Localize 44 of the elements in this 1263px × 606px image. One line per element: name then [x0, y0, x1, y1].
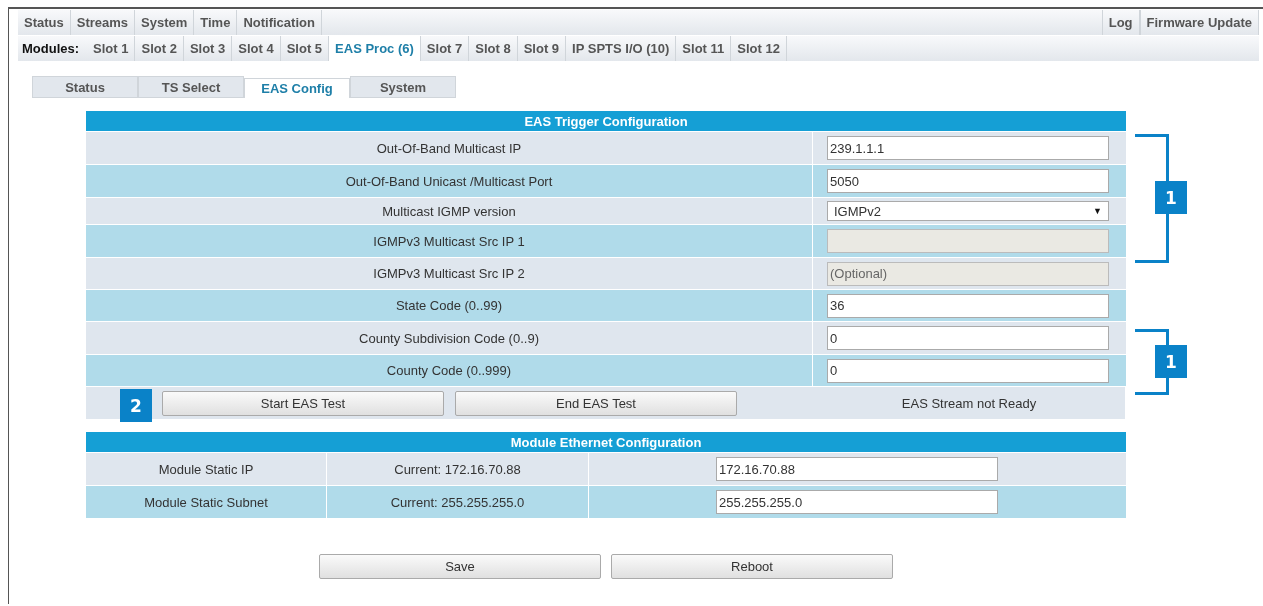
- sub-tab[interactable]: EAS Config: [244, 78, 350, 98]
- stream-status: EAS Stream not Ready: [901, 395, 1037, 411]
- version-dropdown[interactable]: IGMPv2 ▼: [827, 201, 1109, 221]
- nav-tab[interactable]: System: [135, 10, 195, 35]
- field-label: Module Static Subnet: [86, 486, 327, 518]
- current-value: Current: 255.255.255.0: [327, 486, 589, 518]
- caret-icon: ▼: [1093, 206, 1102, 216]
- module-tab[interactable]: Slot 11: [676, 36, 732, 61]
- input-field[interactable]: 255.255.255.0: [716, 490, 998, 514]
- callout-badge: 1: [1155, 181, 1187, 214]
- section-header: Module Ethernet Configuration: [86, 432, 1126, 452]
- module-tab[interactable]: Slot 12: [731, 36, 787, 61]
- action-button[interactable]: Reboot: [611, 554, 893, 579]
- nav-tab[interactable]: Log: [1101, 10, 1140, 35]
- input-field[interactable]: 0: [827, 326, 1109, 350]
- sub-tab[interactable]: TS Select: [138, 76, 244, 98]
- input-field[interactable]: 5050: [827, 169, 1109, 193]
- module-tab[interactable]: EAS Proc (6): [329, 36, 421, 61]
- test-button[interactable]: End EAS Test: [455, 390, 737, 416]
- sub-tab[interactable]: System: [350, 76, 456, 98]
- module-tab[interactable]: Slot 3: [183, 36, 233, 61]
- nav-tab[interactable]: Time: [194, 10, 238, 35]
- module-tab[interactable]: Slot 9: [517, 36, 567, 61]
- callout-badge: 2: [120, 389, 152, 422]
- input-field[interactable]: 239.1.1.1: [827, 136, 1109, 160]
- nav-tab[interactable]: Status: [18, 10, 71, 35]
- module-tab[interactable]: Slot 7: [420, 36, 470, 61]
- nav-tab[interactable]: Firmware Update: [1139, 10, 1259, 35]
- section-header: EAS Trigger Configuration: [86, 111, 1126, 131]
- test-button[interactable]: Start EAS Test: [162, 390, 444, 416]
- input-field[interactable]: 0: [827, 358, 1109, 383]
- input-field[interactable]: 36: [827, 293, 1109, 318]
- sub-tab[interactable]: Status: [32, 76, 138, 98]
- action-button[interactable]: Save: [319, 554, 601, 579]
- modules-label: Modules:: [21, 40, 81, 58]
- nav-tab[interactable]: Streams: [70, 10, 136, 35]
- module-tab[interactable]: IP SPTS I/O (10): [566, 36, 677, 61]
- module-tab[interactable]: Slot 1: [87, 36, 136, 61]
- module-tab[interactable]: Slot 2: [135, 36, 184, 61]
- module-tab[interactable]: Slot 8: [469, 36, 518, 61]
- input-field[interactable]: 172.16.70.88: [716, 457, 998, 481]
- nav-tab[interactable]: Notification: [237, 10, 322, 35]
- callout-badge: 1: [1155, 345, 1187, 378]
- module-tab[interactable]: Slot 4: [232, 36, 281, 61]
